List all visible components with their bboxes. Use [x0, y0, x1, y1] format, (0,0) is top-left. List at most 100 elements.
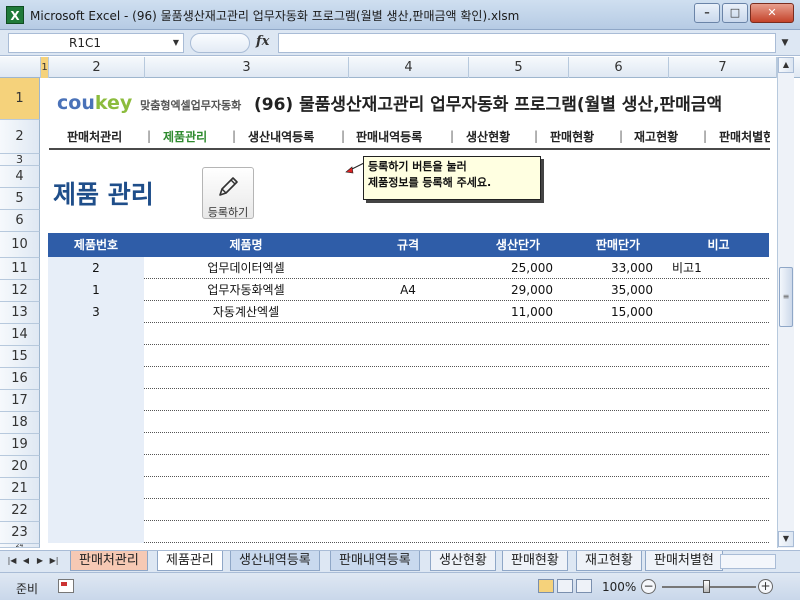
vertical-scrollbar[interactable]: ▲ ≡ ▼ [777, 57, 794, 548]
minimize-button[interactable]: – [694, 3, 720, 23]
row-header[interactable]: 22 [0, 500, 40, 522]
cell-spec[interactable] [348, 521, 468, 543]
cell-product-no[interactable]: 3 [48, 301, 144, 323]
expand-formula-bar-icon[interactable]: ▼ [778, 33, 792, 53]
cell-note[interactable] [668, 477, 769, 499]
cell-product-name[interactable] [144, 389, 348, 411]
cell-price[interactable]: 15,000 [568, 301, 653, 323]
cell-cost[interactable] [468, 389, 553, 411]
row-header[interactable]: 16 [0, 368, 40, 390]
row-header[interactable]: 21 [0, 478, 40, 500]
close-button[interactable]: ✕ [750, 3, 794, 23]
row-header[interactable]: 11 [0, 258, 40, 280]
nav-item-product[interactable]: 제품관리 [163, 128, 207, 145]
table-row[interactable] [48, 499, 769, 521]
sheet-tab[interactable]: 생산내역등록 [230, 551, 320, 571]
row-header[interactable]: 24 [0, 544, 40, 548]
cell-product-no[interactable]: 1 [48, 279, 144, 301]
cell-note[interactable] [668, 345, 769, 367]
row-header[interactable]: 17 [0, 390, 40, 412]
table-row[interactable]: 1 업무자동화엑셀 A4 29,000 35,000 [48, 279, 769, 301]
cell-cost[interactable] [468, 323, 553, 345]
cell-price[interactable] [568, 477, 653, 499]
sheet-tab[interactable]: 재고현황 [576, 551, 642, 571]
row-header[interactable]: 5 [0, 188, 40, 210]
cell-note[interactable]: 비고1 [668, 257, 769, 279]
row-header[interactable]: 6 [0, 210, 40, 232]
nav-item-sales-status[interactable]: 판매현황 [550, 128, 594, 145]
page-break-view-button[interactable] [576, 579, 592, 593]
cell-note[interactable] [668, 301, 769, 323]
cell-product-no[interactable] [48, 433, 144, 455]
cell-note[interactable] [668, 521, 769, 543]
cell-product-name[interactable]: 업무데이터엑셀 [144, 257, 348, 279]
cell-spec[interactable] [348, 477, 468, 499]
cell-spec[interactable]: A4 [348, 279, 468, 301]
cell-cost[interactable] [468, 521, 553, 543]
cell-product-no[interactable] [48, 499, 144, 521]
cell-cost[interactable]: 25,000 [468, 257, 553, 279]
cell-cost[interactable] [468, 433, 553, 455]
cell-note[interactable] [668, 389, 769, 411]
cell-price[interactable] [568, 389, 653, 411]
row-header[interactable]: 15 [0, 346, 40, 368]
cell-product-name[interactable] [144, 411, 348, 433]
row-header[interactable]: 23 [0, 522, 40, 544]
cell-spec[interactable] [348, 389, 468, 411]
cell-product-name[interactable] [144, 455, 348, 477]
table-row[interactable] [48, 433, 769, 455]
row-header[interactable]: 10 [0, 232, 40, 258]
select-all-corner[interactable] [0, 57, 41, 78]
cell-spec[interactable] [348, 301, 468, 323]
zoom-slider-thumb[interactable] [703, 580, 710, 593]
cell-price[interactable]: 35,000 [568, 279, 653, 301]
register-button[interactable]: 등록하기 [202, 167, 254, 219]
cell-spec[interactable] [348, 345, 468, 367]
table-row[interactable] [48, 345, 769, 367]
column-header[interactable]: 4 [349, 57, 469, 78]
cell-product-no[interactable] [48, 455, 144, 477]
table-row[interactable] [48, 477, 769, 499]
cell-spec[interactable] [348, 257, 468, 279]
formula-buttons[interactable] [190, 33, 250, 53]
nav-item-sales-entry[interactable]: 판매내역등록 [356, 128, 422, 145]
cell-cost[interactable]: 29,000 [468, 279, 553, 301]
table-row[interactable] [48, 521, 769, 543]
sheet-tab[interactable]: 생산현황 [430, 551, 496, 571]
cell-product-no[interactable] [48, 521, 144, 543]
maximize-button[interactable]: □ [722, 3, 748, 23]
cell-product-name[interactable] [144, 433, 348, 455]
scroll-down-icon[interactable]: ▼ [778, 531, 794, 547]
cell-spec[interactable] [348, 323, 468, 345]
cell-product-no[interactable] [48, 389, 144, 411]
cell-product-name[interactable] [144, 345, 348, 367]
chevron-down-icon[interactable]: ▼ [173, 34, 179, 52]
cell-spec[interactable] [348, 411, 468, 433]
worksheet[interactable]: coukey 맞춤형엑셀업무자동화 (96) 물품생산재고관리 업무자동화 프로… [41, 78, 770, 548]
table-row[interactable] [48, 411, 769, 433]
sheet-tab[interactable]: 판매처별현 [645, 551, 723, 571]
row-header[interactable]: 12 [0, 280, 40, 302]
row-header[interactable]: 2 [0, 120, 40, 154]
cell-cost[interactable] [468, 345, 553, 367]
formula-input[interactable] [278, 33, 776, 53]
cell-note[interactable] [668, 455, 769, 477]
cell-cost[interactable] [468, 455, 553, 477]
cell-price[interactable]: 33,000 [568, 257, 653, 279]
cell-note[interactable] [668, 323, 769, 345]
sheet-tab[interactable]: 판매현황 [502, 551, 568, 571]
cell-price[interactable] [568, 345, 653, 367]
sheet-tab[interactable]: 판매처관리 [70, 551, 148, 571]
cell-price[interactable] [568, 433, 653, 455]
cell-product-no[interactable] [48, 345, 144, 367]
cell-product-no[interactable] [48, 367, 144, 389]
row-header[interactable]: 4 [0, 166, 40, 188]
cell-note[interactable] [668, 433, 769, 455]
row-header[interactable]: 20 [0, 456, 40, 478]
table-row[interactable]: 3 자동계산엑셀 11,000 15,000 [48, 301, 769, 323]
sheet-tab[interactable]: 제품관리 [157, 551, 223, 571]
cell-product-name[interactable] [144, 499, 348, 521]
excel-icon[interactable]: X [6, 6, 24, 24]
last-sheet-icon[interactable]: ▶| [48, 554, 60, 568]
cell-product-name[interactable] [144, 521, 348, 543]
